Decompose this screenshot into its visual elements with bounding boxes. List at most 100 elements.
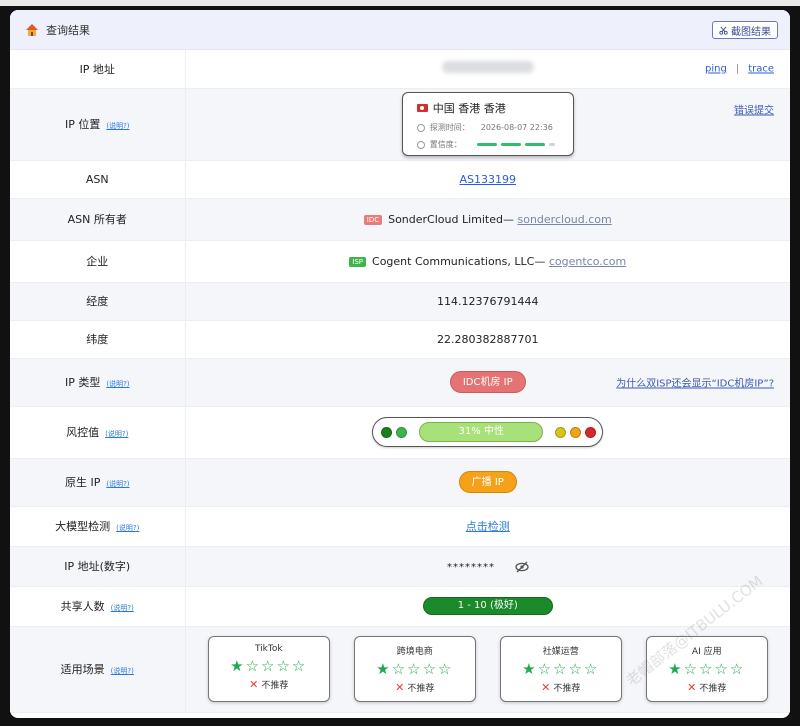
llm-check-link[interactable]: 点击检测 — [466, 520, 510, 533]
scenario-recommendation: 不推荐 — [407, 684, 435, 694]
row-ip-type: IP 类型 (说明?) IDC机房 IP 为什么双ISP还会显示“IDC机房IP”… — [10, 358, 790, 407]
row-risk: 风控值 (说明?) 31% 中性 — [10, 406, 790, 459]
browser-top-strip — [0, 0, 800, 6]
label-asn: ASN — [10, 160, 186, 199]
longitude-value: 114.12376791444 — [185, 282, 790, 321]
query-result-card: 查询结果 截图结果 IP 地址 ping | trace IP 位置 (说明?) — [10, 10, 790, 718]
clock-icon — [416, 123, 425, 132]
scenario-card-ecommerce: 跨境电商 ★☆☆☆☆ ✕ 不推荐 — [353, 636, 476, 702]
screenshot-button-label: 截图结果 — [731, 26, 771, 38]
star-rating: ★☆☆☆☆ — [230, 657, 308, 675]
page-title: 查询结果 — [46, 23, 90, 37]
shared-users-help-link[interactable]: (说明?) — [111, 604, 134, 612]
label-risk: 风控值 — [66, 426, 100, 439]
location-popup: 中国 香港 香港 探测时间： 2026-08-07 22:36 置信度： — [401, 92, 574, 156]
star-rating: ★☆☆☆☆ — [522, 660, 600, 678]
row-latitude: 纬度 22.280382887701 — [10, 320, 790, 359]
isp-tag: ISP — [349, 256, 367, 267]
card-header: 查询结果 截图结果 — [10, 10, 790, 50]
label-asn-owner: ASN 所有者 — [10, 198, 186, 241]
cross-icon: ✕ — [541, 681, 551, 694]
ip-location-help-link[interactable]: (说明?) — [106, 122, 129, 130]
native-ip-badge: 广播 IP — [458, 471, 517, 493]
label-shared-users: 共享人数 — [60, 600, 105, 613]
asn-link[interactable]: AS133199 — [460, 173, 517, 186]
row-llm-check: 大模型检测 (说明?) 点击检测 — [10, 506, 790, 547]
label-ip-location: IP 位置 — [64, 118, 101, 131]
ip-address-value-blurred — [441, 61, 534, 74]
scenario-name: TikTok — [254, 644, 283, 654]
scenario-card-social-media: 社媒运营 ★☆☆☆☆ ✕ 不推荐 — [499, 636, 622, 702]
idc-tag: IDC — [363, 214, 383, 225]
shared-users-badge: 1 - 10 (极好) — [422, 597, 553, 615]
enterprise-name: Cogent Communications, LLC— — [372, 254, 546, 268]
enterprise-domain-link[interactable]: cogentco.com — [549, 255, 626, 268]
risk-help-link[interactable]: (说明?) — [105, 430, 128, 438]
row-scenarios: 适用场景 (说明?) TikTok ★☆☆☆☆ ✕ 不推荐 跨境电商 ★☆☆☆☆ ✕… — [10, 626, 791, 713]
row-ip-numeric: IP 地址(数字) ******** — [10, 546, 790, 587]
scissors-icon — [719, 26, 728, 35]
risk-dot-green — [396, 426, 408, 438]
scenarios-help-link[interactable]: (说明?) — [111, 667, 134, 675]
ip-numeric-masked: ******** — [447, 561, 495, 573]
detect-time-label: 探测时间： — [429, 123, 470, 132]
ip-type-badge: IDC机房 IP — [449, 371, 526, 393]
row-asn: ASN AS133199 — [10, 160, 790, 199]
ip-type-question-link[interactable]: 为什么双ISP还会显示“IDC机房IP”? — [616, 375, 774, 390]
row-ip-location: IP 位置 (说明?) 中国 香港 香港 探测时间： 2026-08-07 22:3… — [10, 88, 790, 161]
row-ip-address: IP 地址 ping | trace — [10, 50, 790, 89]
risk-meter: 31% 中性 — [372, 417, 604, 447]
row-native-ip: 原生 IP (说明?) 广播 IP — [10, 458, 790, 507]
row-asn-owner: ASN 所有者 IDC SonderCloud Limited— sondercl… — [10, 198, 790, 241]
scenario-cards: TikTok ★☆☆☆☆ ✕ 不推荐 跨境电商 ★☆☆☆☆ ✕ 不推荐 社媒运营 ★… — [186, 636, 791, 702]
detect-time-value: 2026-08-07 22:36 — [480, 123, 553, 132]
label-native-ip: 原生 IP — [64, 476, 101, 489]
cross-icon: ✕ — [249, 678, 259, 691]
link-separator: | — [735, 63, 740, 75]
confidence-bars — [476, 143, 555, 146]
risk-dot-red — [585, 426, 597, 438]
cross-icon: ✕ — [687, 681, 697, 694]
scenario-recommendation: 不推荐 — [261, 681, 289, 691]
scenario-card-ai: AI 应用 ★☆☆☆☆ ✕ 不推荐 — [645, 636, 768, 702]
scenario-name: 跨境电商 — [396, 647, 433, 657]
label-enterprise: 企业 — [10, 240, 186, 283]
label-ip-numeric: IP 地址(数字) — [10, 546, 186, 587]
native-ip-help-link[interactable]: (说明?) — [106, 480, 129, 488]
screenshot-button[interactable]: 截图结果 — [712, 21, 778, 39]
star-rating: ★☆☆☆☆ — [376, 660, 454, 678]
shield-icon — [416, 140, 425, 149]
asn-owner-name: SonderCloud Limited— — [388, 212, 514, 226]
risk-score-bar: 31% 中性 — [419, 422, 544, 442]
llm-check-help-link[interactable]: (说明?) — [116, 524, 139, 532]
scenario-recommendation: 不推荐 — [699, 684, 727, 694]
asn-owner-domain-link[interactable]: sondercloud.com — [518, 213, 612, 226]
home-icon — [26, 23, 38, 36]
risk-dot-yellow — [555, 426, 567, 438]
label-ip-type: IP 类型 — [64, 376, 101, 389]
label-latitude: 纬度 — [10, 320, 186, 359]
ping-link[interactable]: ping — [705, 63, 727, 74]
result-table: IP 地址 ping | trace IP 位置 (说明?) 中国 香港 香港 探测时… — [10, 50, 790, 713]
row-enterprise: 企业 ISP Cogent Communications, LLC— cogent… — [10, 240, 790, 283]
label-llm-check: 大模型检测 — [55, 520, 111, 533]
star-rating: ★☆☆☆☆ — [668, 660, 746, 678]
risk-dot-dark-green — [381, 426, 393, 438]
scenario-name: 社媒运营 — [542, 647, 579, 657]
latitude-value: 22.280382887701 — [185, 320, 790, 359]
trace-link[interactable]: trace — [748, 63, 774, 74]
label-ip-address: IP 地址 — [10, 50, 186, 89]
cross-icon: ✕ — [395, 681, 405, 694]
risk-dot-orange — [570, 426, 582, 438]
label-longitude: 经度 — [10, 282, 186, 321]
error-report-link[interactable]: 错误提交 — [734, 101, 774, 116]
scenario-card-tiktok: TikTok ★☆☆☆☆ ✕ 不推荐 — [207, 636, 330, 702]
scenario-recommendation: 不推荐 — [553, 684, 581, 694]
location-text: 中国 香港 香港 — [432, 102, 506, 115]
scenario-name: AI 应用 — [691, 647, 722, 657]
confidence-label: 置信度： — [429, 140, 462, 149]
row-longitude: 经度 114.12376791444 — [10, 282, 790, 321]
label-scenarios: 适用场景 — [60, 663, 105, 676]
ip-type-help-link[interactable]: (说明?) — [106, 380, 129, 388]
eye-off-icon[interactable] — [514, 561, 529, 573]
